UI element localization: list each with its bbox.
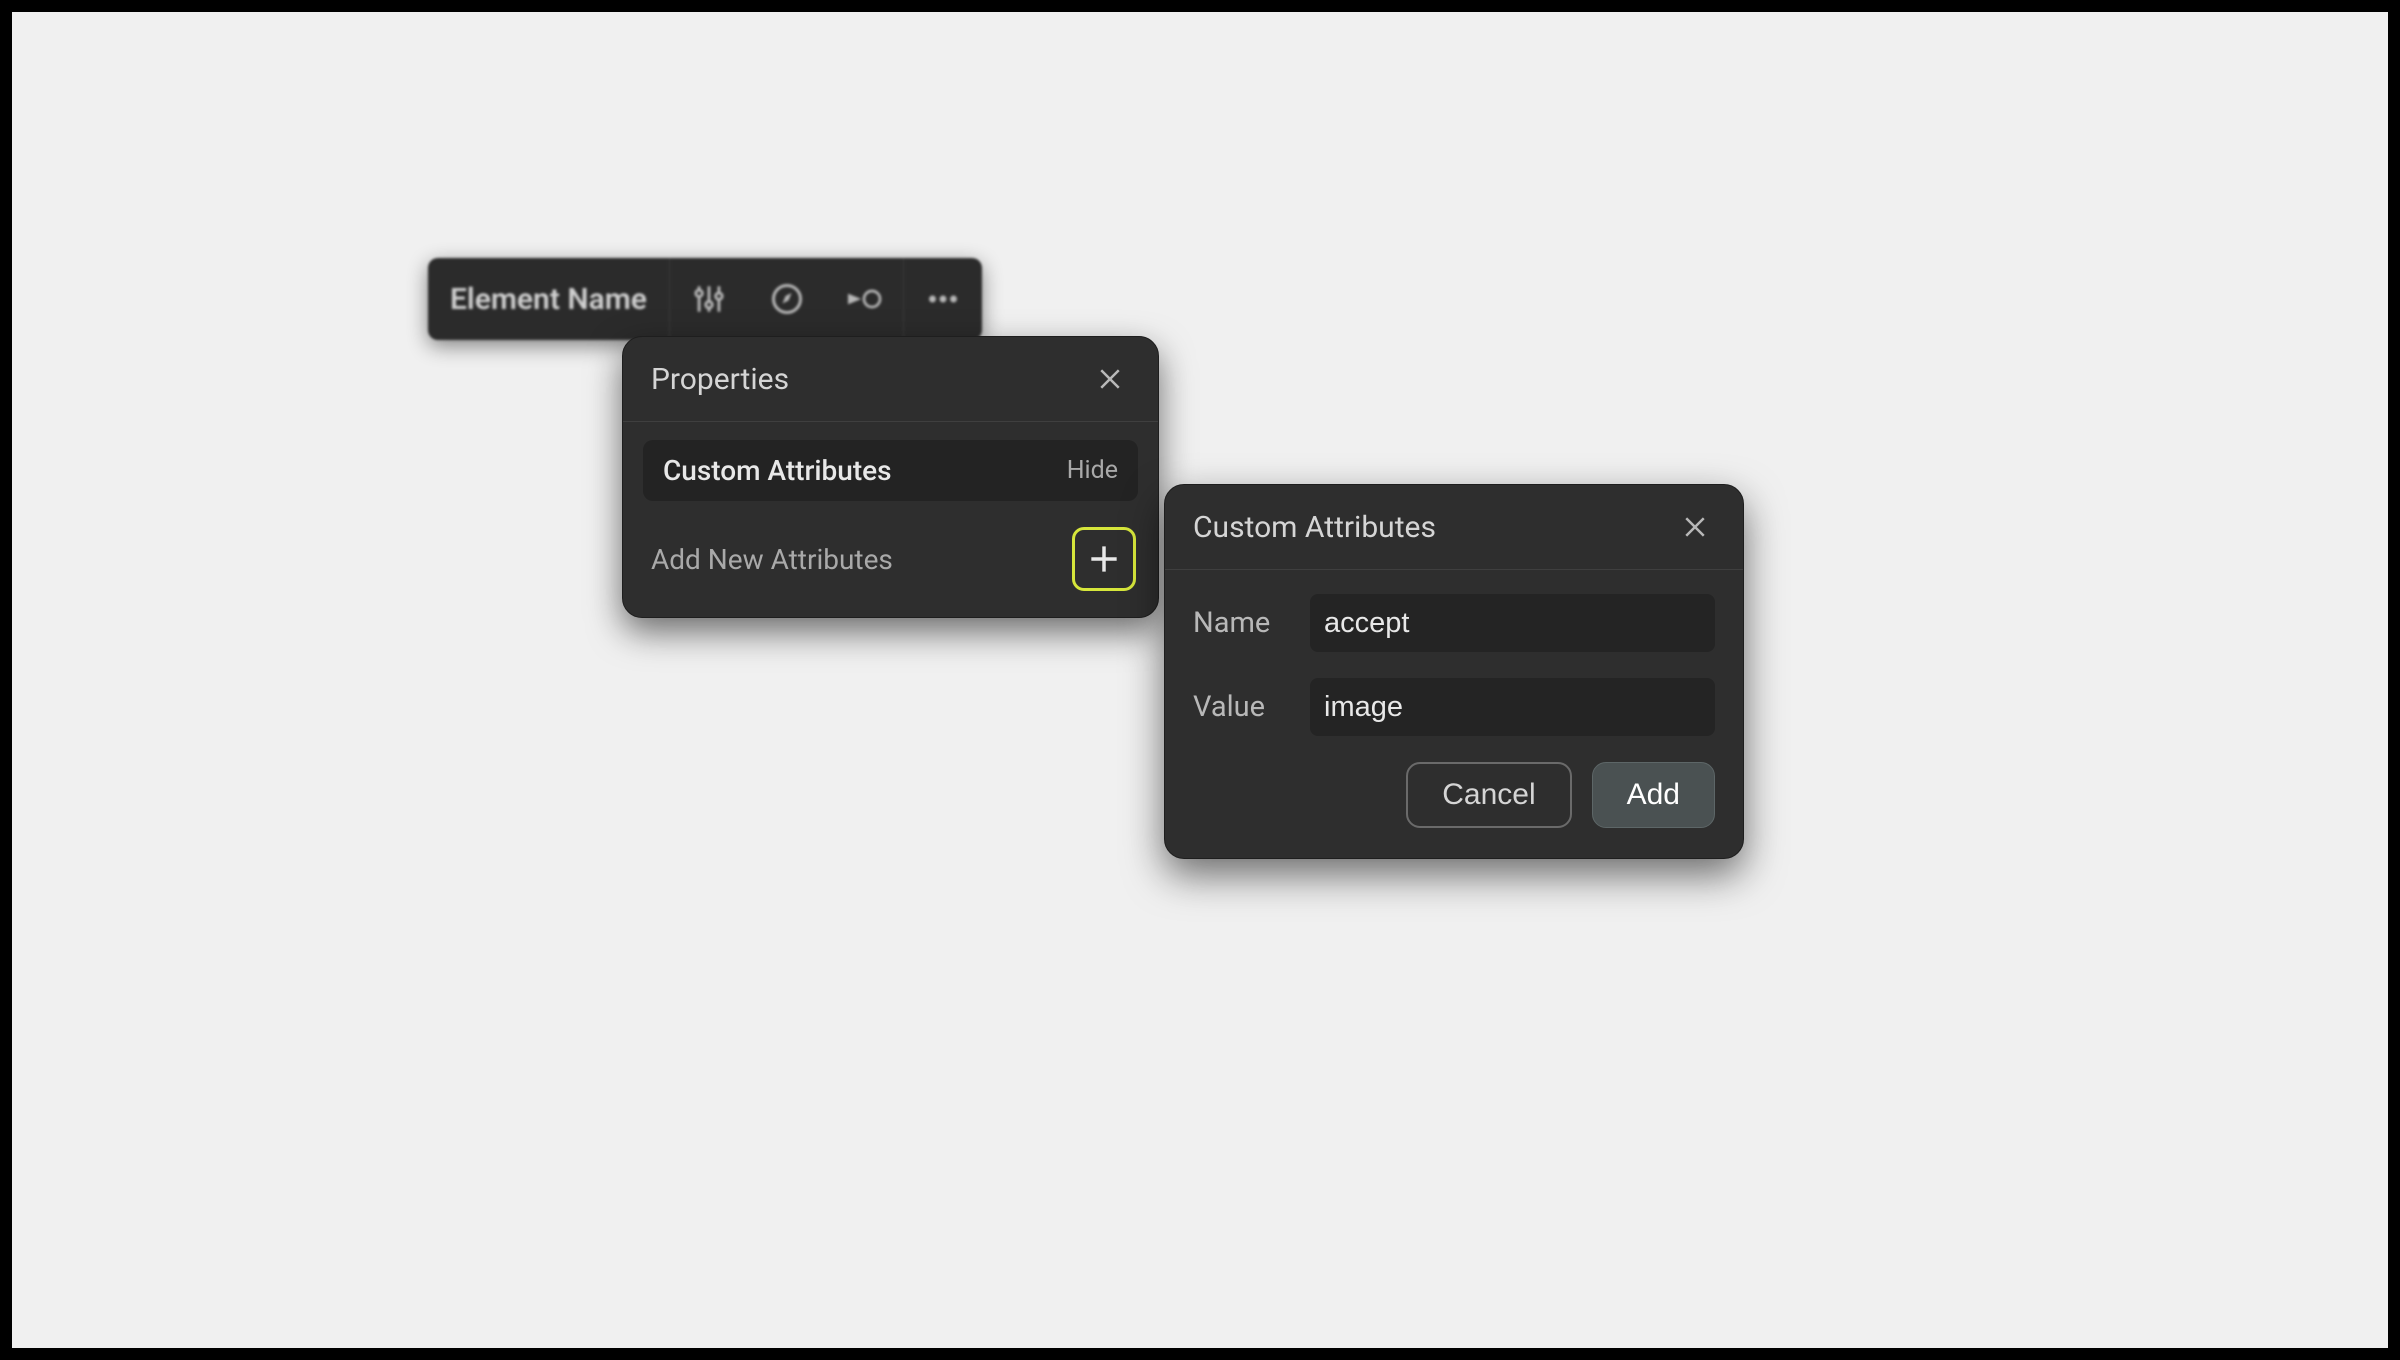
dialog-button-row: Cancel Add	[1193, 762, 1715, 828]
custom-attributes-body: Name Value Cancel Add	[1165, 570, 1743, 858]
add-new-attributes-row: Add New Attributes	[643, 519, 1138, 591]
value-label: Value	[1193, 690, 1310, 724]
value-input[interactable]	[1310, 678, 1715, 736]
properties-close-button[interactable]	[1090, 359, 1130, 399]
add-new-attributes-label: Add New Attributes	[651, 543, 893, 576]
properties-header: Properties	[623, 337, 1158, 422]
value-field-row: Value	[1193, 678, 1715, 736]
element-name-label[interactable]: Element Name	[428, 258, 670, 340]
compass-icon[interactable]	[748, 258, 826, 340]
sliders-icon[interactable]	[670, 258, 748, 340]
add-attribute-button[interactable]	[1072, 527, 1136, 591]
name-input[interactable]	[1310, 594, 1715, 652]
close-icon	[1680, 512, 1710, 542]
close-icon	[1095, 364, 1125, 394]
properties-panel: Properties Custom Attributes Hide Add Ne…	[622, 336, 1159, 618]
cancel-button[interactable]: Cancel	[1406, 762, 1571, 828]
name-label: Name	[1193, 606, 1310, 640]
custom-attributes-header: Custom Attributes	[1165, 485, 1743, 570]
plus-icon	[1085, 540, 1123, 578]
add-button[interactable]: Add	[1592, 762, 1715, 828]
app-frame: Element Name	[0, 0, 2400, 1360]
custom-attributes-close-button[interactable]	[1675, 507, 1715, 547]
name-field-row: Name	[1193, 594, 1715, 652]
custom-attributes-section-row[interactable]: Custom Attributes Hide	[643, 440, 1138, 501]
properties-title: Properties	[651, 362, 789, 397]
connector-icon[interactable]	[826, 258, 904, 340]
more-icon[interactable]	[904, 258, 982, 340]
custom-attributes-dialog: Custom Attributes Name Value Cancel Add	[1164, 484, 1744, 859]
properties-body: Custom Attributes Hide Add New Attribute…	[623, 422, 1158, 617]
section-title: Custom Attributes	[663, 454, 892, 487]
hide-toggle[interactable]: Hide	[1067, 456, 1118, 485]
element-toolbar: Element Name	[428, 258, 982, 340]
custom-attributes-title: Custom Attributes	[1193, 510, 1436, 545]
